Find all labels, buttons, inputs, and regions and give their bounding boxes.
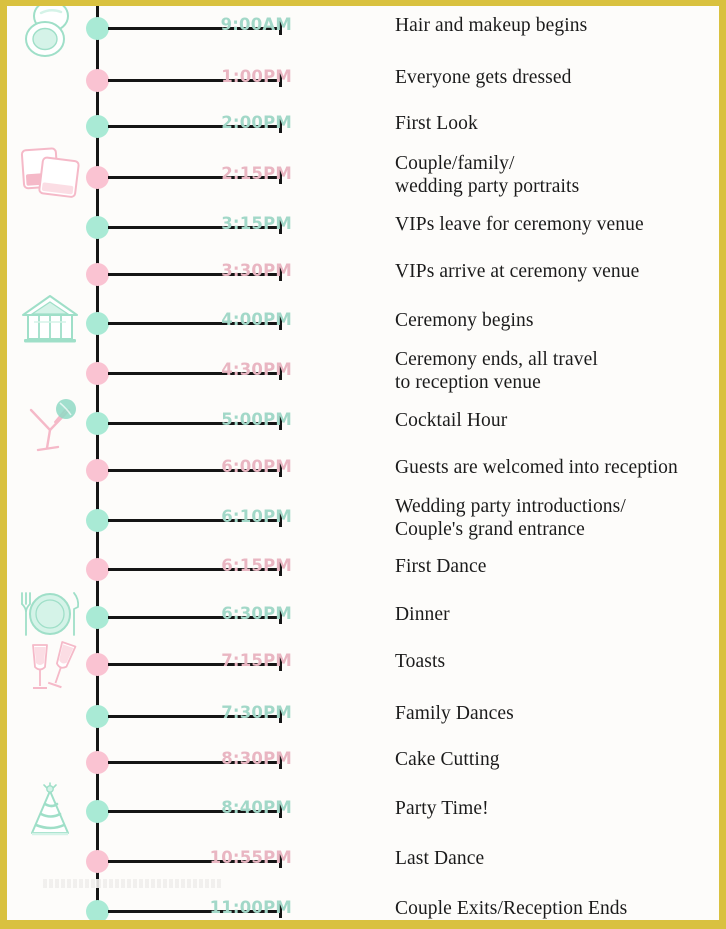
event-description: First Dance [395, 556, 487, 577]
event-description: Couple Exits/Reception Ends [395, 898, 628, 919]
timeline-dot [86, 705, 109, 728]
timeline-dot [86, 653, 109, 676]
event-description: Cake Cutting [395, 749, 500, 770]
event-time: 6:00PM [221, 457, 292, 476]
gazebo-venue-icon [7, 290, 93, 350]
watermark [43, 879, 223, 888]
event-description: Ceremony ends, all travel to reception v… [395, 349, 598, 393]
event-description: Family Dances [395, 703, 514, 724]
event-time: 9:00AM [220, 15, 292, 34]
event-description: VIPs leave for ceremony venue [395, 214, 644, 235]
timeline-dot [86, 17, 109, 40]
event-description: Party Time! [395, 798, 489, 819]
timeline-dot [86, 800, 109, 823]
timeline-sheet: 9:00AM Hair and makeup begins 1:00PM Everyo… [7, 6, 719, 920]
gold-border-frame: 9:00AM Hair and makeup begins 1:00PM Everyo… [0, 0, 726, 929]
event-time: 10:55PM [209, 848, 292, 867]
event-description: Ceremony begins [395, 310, 534, 331]
event-time: 7:30PM [221, 703, 292, 722]
timeline-dot [86, 558, 109, 581]
event-time: 8:40PM [221, 798, 292, 817]
event-description: Guests are welcomed into reception [395, 457, 678, 478]
event-time: 6:10PM [221, 507, 292, 526]
event-time: 8:30PM [221, 749, 292, 768]
timeline-dot [86, 509, 109, 532]
event-time: 2:00PM [221, 113, 292, 132]
event-description: Everyone gets dressed [395, 67, 572, 88]
timeline-dot [86, 751, 109, 774]
timeline-dot [86, 412, 109, 435]
timeline-dot [86, 263, 109, 286]
event-description: Couple/family/ wedding party portraits [395, 153, 580, 197]
event-time: 4:30PM [221, 360, 292, 379]
champagne-flutes-icon [7, 637, 93, 697]
timeline-dot [86, 115, 109, 138]
party-hat-icon [7, 782, 93, 842]
timeline-dot [86, 459, 109, 482]
timeline-dot [86, 216, 109, 239]
event-time: 7:15PM [221, 651, 292, 670]
event-time: 3:15PM [221, 214, 292, 233]
event-time: 1:00PM [221, 67, 292, 86]
event-time: 11:00PM [209, 898, 292, 917]
event-time: 5:00PM [221, 410, 292, 429]
event-time: 2:15PM [221, 164, 292, 183]
timeline-dot [86, 69, 109, 92]
event-description: Hair and makeup begins [395, 15, 588, 36]
makeup-compact-icon [7, 6, 93, 60]
event-time: 6:30PM [221, 604, 292, 623]
event-description: Wedding party introductions/ Couple's gr… [395, 496, 626, 540]
event-description: VIPs arrive at ceremony venue [395, 261, 640, 282]
photo-prints-icon [7, 143, 93, 203]
event-description: First Look [395, 113, 478, 134]
event-time: 4:00PM [221, 310, 292, 329]
event-description: Last Dance [395, 848, 485, 869]
timeline-dot [86, 312, 109, 335]
event-description: Dinner [395, 604, 450, 625]
timeline-dot [86, 850, 109, 873]
timeline-dot [86, 606, 109, 629]
event-description: Toasts [395, 651, 446, 672]
timeline-dot [86, 900, 109, 920]
timeline-dot [86, 362, 109, 385]
event-time: 6:15PM [221, 556, 292, 575]
event-time: 3:30PM [221, 261, 292, 280]
event-description: Cocktail Hour [395, 410, 508, 431]
dinner-plate-icon [7, 584, 93, 644]
cocktail-glass-icon [7, 396, 93, 456]
timeline-dot [86, 166, 109, 189]
